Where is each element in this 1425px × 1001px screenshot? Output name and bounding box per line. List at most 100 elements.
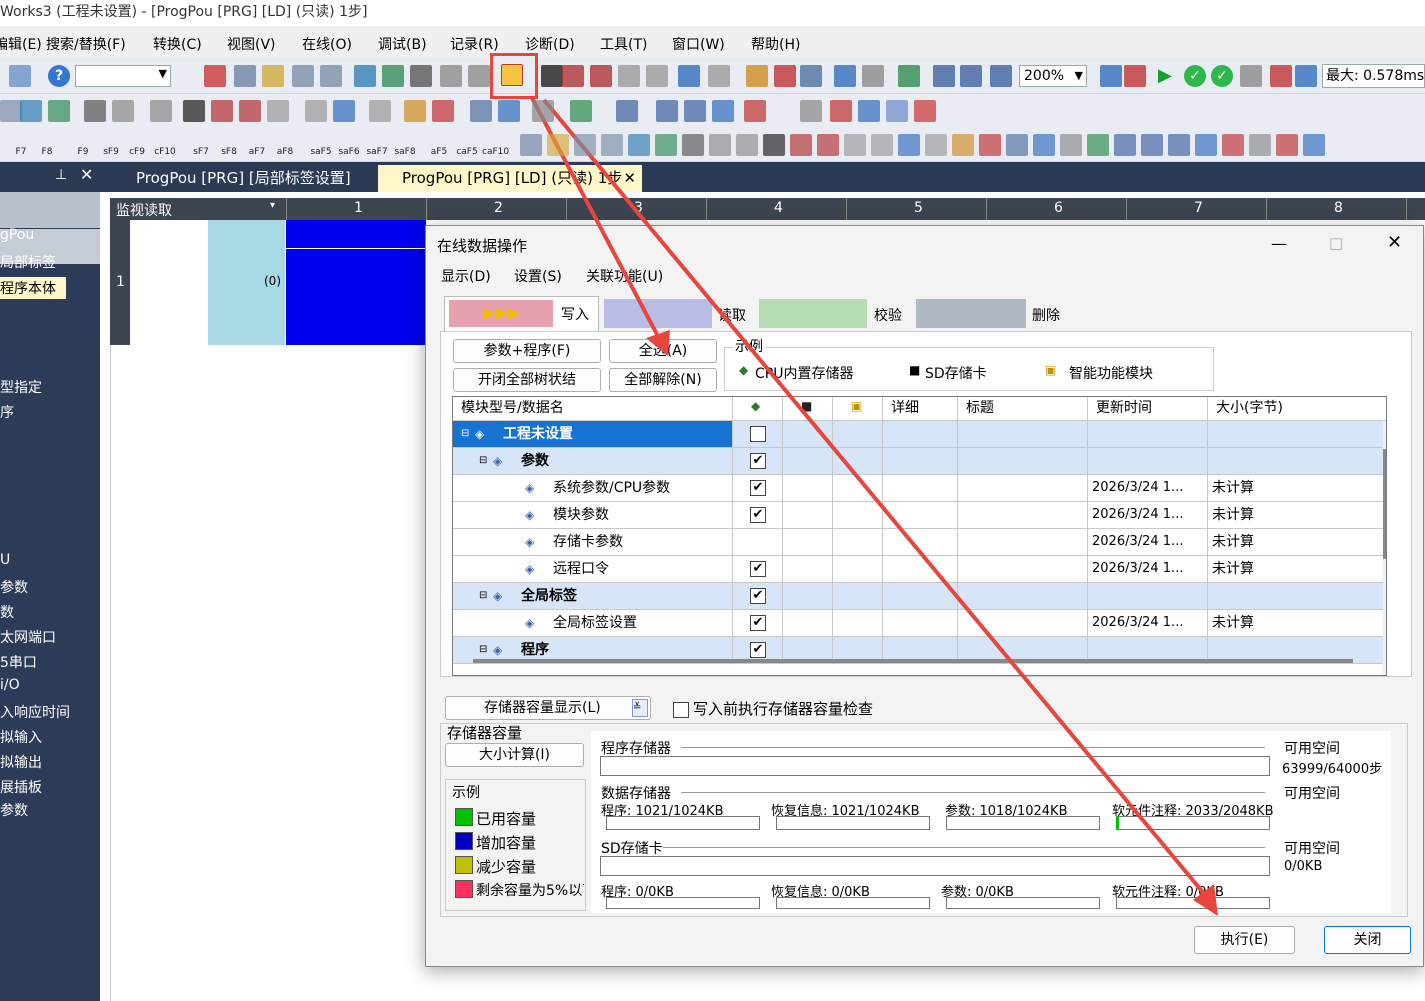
fkey-button[interactable]: sF7 [188, 132, 214, 158]
fkey-button[interactable]: caF10 [482, 132, 509, 158]
toolbar-button-icon[interactable] [320, 65, 342, 87]
ladder-symbol-icon[interactable] [1006, 134, 1028, 156]
toolbar-button-icon[interactable] [354, 65, 376, 87]
ladder-symbol-icon[interactable] [601, 134, 623, 156]
fkey-button[interactable]: aF8 [272, 132, 298, 158]
ladder-tool-icon[interactable] [684, 100, 706, 122]
toolbar-button-icon[interactable] [898, 65, 920, 87]
toolbar-button-icon[interactable] [440, 65, 462, 87]
ladder-tool-icon[interactable] [239, 100, 261, 122]
toolbar-button-icon[interactable] [590, 65, 612, 87]
ladder-symbol-icon[interactable] [871, 134, 893, 156]
toolbar-button-icon[interactable] [1240, 65, 1262, 87]
toolbar-button-icon[interactable] [1295, 65, 1317, 87]
ladder-tool-icon[interactable] [211, 100, 233, 122]
fkey-button[interactable]: F8 [34, 132, 60, 158]
ladder-symbol-icon[interactable] [898, 134, 920, 156]
fkey-button[interactable]: aF5 [426, 132, 452, 158]
ladder-symbol-icon[interactable] [628, 134, 650, 156]
ladder-symbol-icon[interactable] [736, 134, 758, 156]
toolbar-button-icon[interactable] [1100, 65, 1122, 87]
ladder-symbol-icon[interactable] [979, 134, 1001, 156]
fkey-button[interactable]: saF7 [364, 132, 390, 158]
toolbar-button-icon[interactable] [862, 65, 884, 87]
fkey-button[interactable]: saF5 [308, 132, 334, 158]
toolbar-button-icon[interactable] [1124, 65, 1146, 87]
ladder-symbol-icon[interactable] [844, 134, 866, 156]
fkey-button[interactable]: cF9 [124, 132, 150, 158]
ladder-symbol-icon[interactable] [817, 134, 839, 156]
ladder-tool-icon[interactable] [616, 100, 638, 122]
toolbar-button-icon[interactable] [262, 65, 284, 87]
ladder-tool-icon[interactable] [369, 100, 391, 122]
ladder-symbol-icon[interactable] [520, 134, 542, 156]
toolbar-button-icon[interactable] [382, 65, 404, 87]
toolbar-button-icon[interactable] [960, 65, 982, 87]
toolbar-button-icon[interactable] [708, 65, 730, 87]
ladder-tool-icon[interactable] [570, 100, 592, 122]
toolbar-button-icon[interactable] [204, 65, 226, 87]
ladder-tool-icon[interactable] [830, 100, 852, 122]
ladder-symbol-icon[interactable] [1222, 134, 1244, 156]
ladder-symbol-icon[interactable] [1195, 134, 1217, 156]
ladder-tool-icon[interactable] [404, 100, 426, 122]
toolbar-button-icon[interactable] [646, 65, 668, 87]
toolbar-button-icon[interactable] [678, 65, 700, 87]
toolbar-button-icon[interactable] [990, 65, 1012, 87]
ladder-tool-icon[interactable] [656, 100, 678, 122]
fkey-button[interactable]: sF9 [98, 132, 124, 158]
ladder-tool-icon[interactable] [532, 100, 554, 122]
ladder-tool-icon[interactable] [858, 100, 880, 122]
ladder-symbol-icon[interactable] [1168, 134, 1190, 156]
ladder-symbol-icon[interactable] [1114, 134, 1136, 156]
ladder-tool-icon[interactable] [0, 100, 22, 122]
fkey-button[interactable]: saF6 [336, 132, 362, 158]
toolbar-button-icon[interactable] [9, 65, 31, 87]
toolbar-button-icon[interactable] [1270, 65, 1292, 87]
ladder-tool-icon[interactable] [333, 100, 355, 122]
fkey-button[interactable]: sF8 [216, 132, 242, 158]
fkey-button[interactable]: F9 [70, 132, 96, 158]
toolbar-button-icon[interactable] [292, 65, 314, 87]
ladder-symbol-icon[interactable] [682, 134, 704, 156]
ladder-symbol-icon[interactable] [790, 134, 812, 156]
ladder-symbol-icon[interactable] [655, 134, 677, 156]
ladder-tool-icon[interactable] [150, 100, 172, 122]
ladder-symbol-icon[interactable] [709, 134, 731, 156]
ladder-symbol-icon[interactable] [925, 134, 947, 156]
fkey-button[interactable]: caF5 [454, 132, 480, 158]
ladder-tool-icon[interactable] [432, 100, 454, 122]
ladder-symbol-icon[interactable] [574, 134, 596, 156]
toolbar-button-icon[interactable] [933, 65, 955, 87]
ladder-tool-icon[interactable] [20, 100, 42, 122]
toolbar-button-icon[interactable] [541, 65, 563, 87]
ladder-symbol-icon[interactable] [1060, 134, 1082, 156]
ladder-tool-icon[interactable] [800, 100, 822, 122]
ladder-symbol-icon[interactable] [952, 134, 974, 156]
ladder-tool-icon[interactable] [712, 100, 734, 122]
ladder-tool-icon[interactable] [267, 100, 289, 122]
ladder-symbol-icon[interactable] [547, 134, 569, 156]
ladder-symbol-icon[interactable] [1303, 134, 1325, 156]
toolbar-button-icon[interactable] [618, 65, 640, 87]
ladder-tool-icon[interactable] [470, 100, 492, 122]
ladder-tool-icon[interactable] [183, 100, 205, 122]
toolbar-button-icon[interactable] [834, 65, 856, 87]
toolbar-button-icon[interactable] [774, 65, 796, 87]
toolbar-button-icon[interactable] [562, 65, 584, 87]
fkey-button[interactable]: aF7 [244, 132, 270, 158]
toolbar-button-icon[interactable] [468, 65, 490, 87]
ladder-tool-icon[interactable] [48, 100, 70, 122]
ladder-symbol-icon[interactable] [1141, 134, 1163, 156]
ladder-tool-icon[interactable] [744, 100, 766, 122]
ladder-tool-icon[interactable] [84, 100, 106, 122]
toolbar-button-icon[interactable] [800, 65, 822, 87]
ladder-symbol-icon[interactable] [763, 134, 785, 156]
toolbar-button-icon[interactable] [234, 65, 256, 87]
ladder-tool-icon[interactable] [498, 100, 520, 122]
ladder-tool-icon[interactable] [914, 100, 936, 122]
ladder-symbol-icon[interactable] [1033, 134, 1055, 156]
ladder-tool-icon[interactable] [886, 100, 908, 122]
toolbar-button-icon[interactable] [746, 65, 768, 87]
ladder-tool-icon[interactable] [112, 100, 134, 122]
